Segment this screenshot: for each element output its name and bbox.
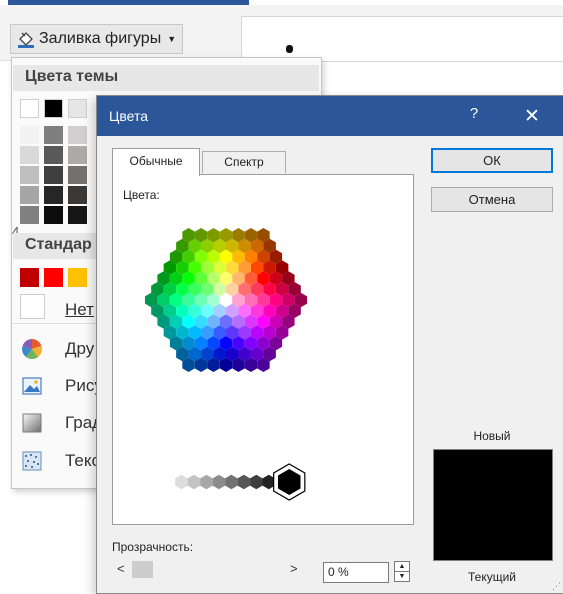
color-cell[interactable] [162,474,176,490]
theme-colors-header: Цвета темы [13,65,319,91]
resize-grip-icon[interactable]: ⋰ [552,581,561,592]
ok-button[interactable]: ОК [431,148,553,173]
color-cell[interactable] [187,474,201,490]
slider-left-arrow-icon[interactable]: < [117,561,125,576]
shape-marker [286,45,293,53]
transparency-label: Прозрачность: [112,540,194,554]
gradient-icon [22,413,42,433]
current-color-label: Текущий [468,570,516,584]
ribbon-preview-area [241,16,563,62]
colors-dialog: Цвета ? ✕ Обычные Спектр Цвета: ОК Отмен… [96,95,563,594]
standard-color-swatch[interactable] [20,268,39,287]
cancel-button[interactable]: Отмена [431,187,553,212]
slider-right-arrow-icon[interactable]: > [290,561,298,576]
close-icon[interactable]: ✕ [520,105,544,128]
color-wheel-icon [22,339,42,359]
standard-color-swatch[interactable] [68,268,87,287]
color-preview [433,449,553,561]
theme-shade-swatch[interactable] [68,166,87,184]
texture-fill-label: Текс [65,451,101,470]
color-cell[interactable] [212,474,226,490]
picture-fill-item[interactable]: Рису [21,374,103,398]
theme-shade-swatch[interactable] [44,126,63,144]
theme-shade-swatch[interactable] [44,206,63,224]
spin-down-icon[interactable]: ▼ [396,572,408,581]
tab-custom[interactable]: Спектр [202,151,286,173]
theme-shade-swatch[interactable] [20,206,39,224]
color-cell[interactable] [250,474,263,490]
texture-icon [22,451,42,471]
theme-color-swatch[interactable] [44,99,63,118]
shape-fill-label: Заливка фигуры [39,30,162,47]
color-cell[interactable] [175,474,188,490]
theme-color-swatch[interactable] [68,99,87,118]
dialog-title-bar: Цвета ? ✕ [97,96,563,136]
color-cell[interactable] [225,474,238,490]
theme-color-swatch[interactable] [20,99,39,118]
theme-shade-swatch[interactable] [20,146,39,164]
shape-fill-button[interactable]: Заливка фигуры ▼ [10,24,184,54]
texture-fill-item[interactable]: Текс [21,449,101,473]
spin-up-icon[interactable]: ▲ [396,562,408,571]
gradient-fill-item[interactable]: Град [21,411,102,435]
slider-thumb[interactable] [132,561,153,578]
color-cell[interactable] [237,474,251,490]
tab-standard[interactable]: Обычные [112,148,200,176]
color-honeycomb[interactable] [113,175,413,524]
transparency-spinner[interactable]: ▲ ▼ [394,561,410,582]
theme-shade-swatch[interactable] [20,126,39,144]
theme-shade-swatch[interactable] [68,126,87,144]
transparency-slider[interactable]: < > [112,559,307,580]
theme-shade-swatch[interactable] [20,186,39,204]
theme-shade-swatch[interactable] [44,166,63,184]
theme-shade-swatch[interactable] [68,146,87,164]
standard-colors-title: Стандар [25,236,92,253]
theme-shade-swatch[interactable] [68,206,87,224]
standard-color-swatch[interactable] [44,268,63,287]
standard-colors-panel: Цвета: [112,174,414,525]
new-color-label: Новый [473,429,511,443]
theme-shade-swatch[interactable] [20,166,39,184]
paint-bucket-icon [18,32,34,48]
color-cell[interactable] [200,474,213,490]
help-icon[interactable]: ? [464,105,484,122]
theme-shade-swatch[interactable] [68,186,87,204]
theme-shade-swatch[interactable] [44,146,63,164]
theme-shade-swatch[interactable] [44,186,63,204]
dialog-title: Цвета [109,108,148,124]
chevron-down-icon[interactable]: ▼ [167,34,176,44]
transparency-input[interactable]: 0 % [323,562,389,583]
more-colors-item[interactable]: Дру [21,337,101,361]
picture-icon [22,377,42,395]
no-fill-option[interactable]: Нет [65,300,94,320]
no-fill-swatch[interactable] [20,294,45,319]
more-colors-label: Дру [65,339,95,358]
theme-colors-title: Цвета темы [25,68,119,85]
